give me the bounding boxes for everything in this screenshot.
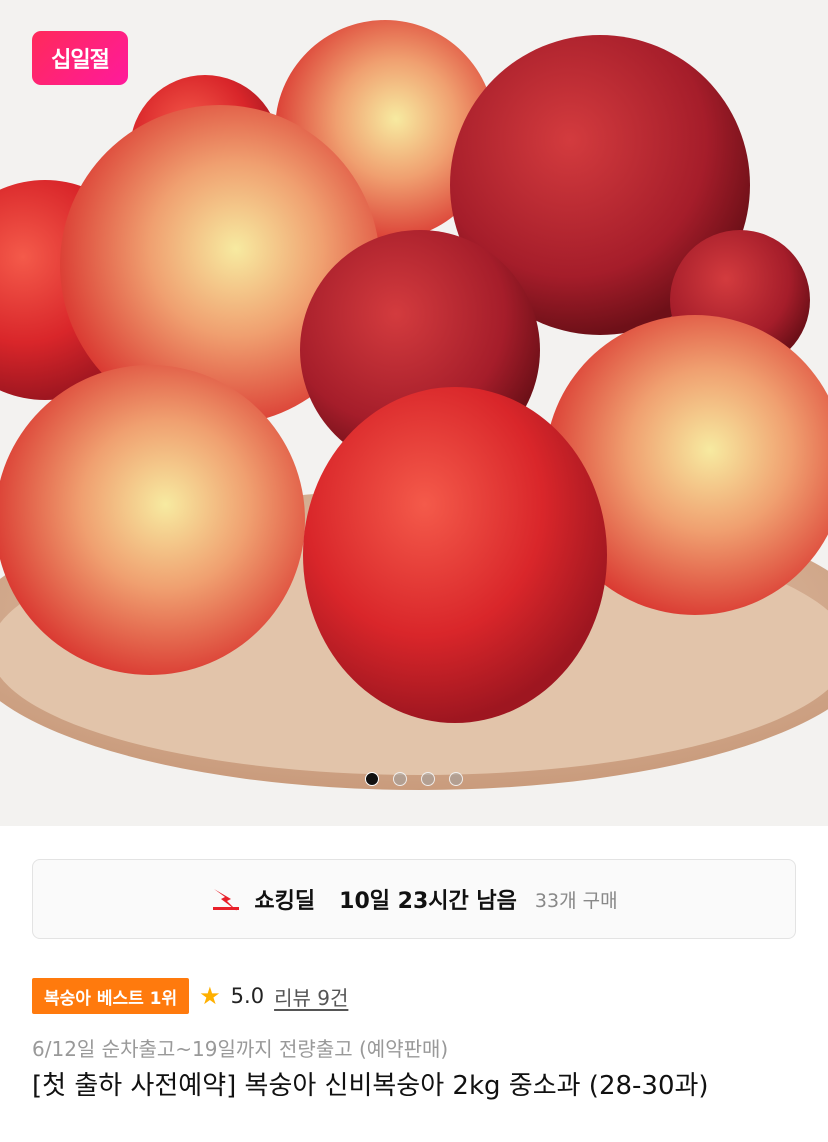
deal-time-left: 10일 23시간 남음: [339, 889, 517, 914]
star-icon: ★: [199, 982, 221, 1010]
carousel-dot-1[interactable]: [365, 772, 379, 786]
11st-festival-badge: 십일절: [32, 31, 128, 85]
shipping-info: 6/12일 순차출고~19일까지 전량출고 (예약판매): [32, 1037, 449, 1061]
deal-title: 쇼킹딜: [254, 889, 316, 914]
product-title: [첫 출하 사전예약] 복숭아 신비복숭아 2kg 중소과 (28-30과): [32, 1071, 709, 1101]
product-meta-row: 복숭아 베스트 1위 ★ 5.0 리뷰 9건: [32, 978, 348, 1014]
reviews-link[interactable]: 리뷰 9건: [274, 982, 348, 1011]
bolt-icon: [210, 884, 244, 914]
product-image-carousel[interactable]: 십일절: [0, 0, 828, 826]
carousel-dot-4[interactable]: [449, 772, 463, 786]
carousel-dot-2[interactable]: [393, 772, 407, 786]
best-rank-badge[interactable]: 복숭아 베스트 1위: [32, 978, 190, 1014]
deal-purchase-count: 33개 구매: [534, 889, 618, 912]
rating-value: 5.0: [230, 984, 265, 1008]
carousel-dot-3[interactable]: [421, 772, 435, 786]
carousel-indicator: [0, 772, 828, 786]
shocking-deal-banner[interactable]: 쇼킹딜 10일 23시간 남음 33개 구매: [32, 859, 796, 939]
peach-photo: [0, 0, 828, 826]
